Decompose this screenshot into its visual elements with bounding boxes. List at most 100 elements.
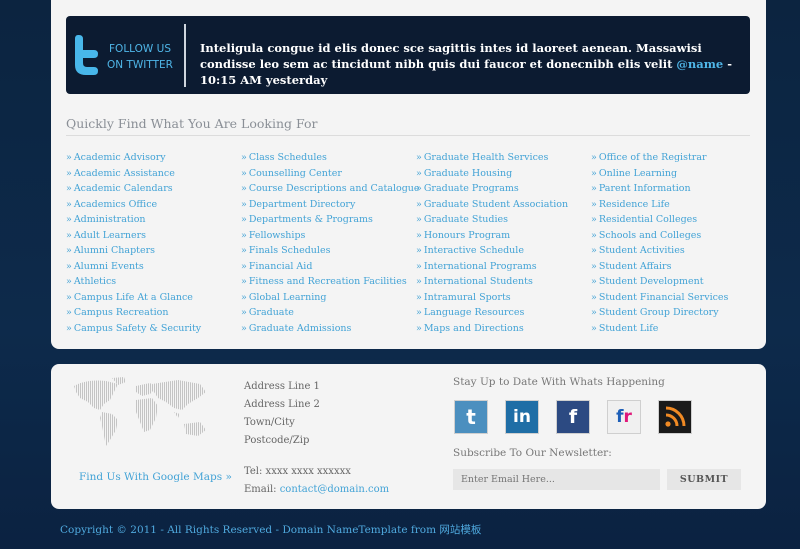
bullet-icon: » [66,291,72,303]
bullet-icon: » [591,183,597,194]
world-map-icon[interactable] [66,374,216,452]
quick-link-item[interactable]: » Alumni Chapters [66,243,201,259]
quick-link-item[interactable]: » Fellowships [241,228,420,244]
bullet-icon: » [66,260,72,272]
tweet-handle-link[interactable]: @name [676,57,723,71]
quick-link-item[interactable]: » Financial Aid [241,259,420,275]
bullet-icon: » [241,214,247,225]
linkedin-icon[interactable]: in [505,400,539,434]
quick-link-item[interactable]: » Graduate Housing [416,166,568,182]
newsletter-title: Subscribe To Our Newsletter: [453,447,612,459]
quick-link-item[interactable]: » Language Resources [416,305,568,321]
phone-text: Tel: xxxx xxxx xxxxxx [244,466,351,477]
quick-link-label: Residential Colleges [598,214,698,225]
quick-link-item[interactable]: » Interactive Schedule [416,243,568,259]
tweet-text: Inteligula congue id elis donec sce sagi… [200,41,702,71]
quick-link-item[interactable]: » Maps and Directions [416,321,568,337]
quick-link-item[interactable]: » Graduate Student Association [416,197,568,213]
bullet-icon: » [416,152,422,163]
bullet-icon: » [416,260,422,272]
bullet-icon: » [416,183,422,194]
email-link[interactable]: contact@domain.com [280,484,389,495]
quick-link-item[interactable]: » Campus Safety & Security [66,321,201,337]
quick-link-item[interactable]: » Parent Information [591,181,728,197]
twitter-icon[interactable]: t [454,400,488,434]
submit-button[interactable]: SUBMIT [667,469,741,490]
quick-link-item[interactable]: » Residence Life [591,197,728,213]
bullet-icon: » [416,307,422,318]
bullet-icon: » [66,183,72,194]
bullet-icon: » [416,245,422,256]
quick-link-item[interactable]: » Campus Life At a Glance [66,290,201,306]
flickr-icon[interactable]: fr [607,400,641,434]
rss-icon[interactable] [658,400,692,434]
quick-link-item[interactable]: » Course Descriptions and Catalogue [241,181,420,197]
quick-link-item[interactable]: » Adult Learners [66,228,201,244]
quick-link-item[interactable]: » Finals Schedules [241,243,420,259]
quick-link-label: Office of the Registrar [598,152,707,163]
quick-link-label: Campus Recreation [73,307,169,318]
footer-panel: Find Us With Google Maps » Address Line … [51,364,766,509]
quick-link-item[interactable]: » Graduate Studies [416,212,568,228]
quick-link-label: Academic Calendars [73,183,173,194]
quick-link-item[interactable]: » Student Development [591,274,728,290]
bullet-icon: » [591,152,597,163]
bullet-icon: » [241,260,247,272]
quick-link-item[interactable]: » Academic Calendars [66,181,201,197]
quick-link-item[interactable]: » Student Life [591,321,728,337]
quick-link-item[interactable]: » Online Learning [591,166,728,182]
quick-link-item[interactable]: » Global Learning [241,290,420,306]
quick-find-divider [66,135,750,136]
google-maps-link[interactable]: Find Us With Google Maps » [79,471,232,483]
quick-link-item[interactable]: » Fitness and Recreation Facilities [241,274,420,290]
quick-link-item[interactable]: » Student Activities [591,243,728,259]
quick-link-item[interactable]: » Academic Assistance [66,166,201,182]
quick-link-item[interactable]: » Honours Program [416,228,568,244]
latest-tweet: Inteligula congue id elis donec sce sagi… [200,40,740,88]
quick-link-item[interactable]: » Student Financial Services [591,290,728,306]
quick-link-item[interactable]: » Graduate [241,305,420,321]
quick-link-item[interactable]: » Alumni Events [66,259,201,275]
quick-link-label: Finals Schedules [248,245,331,256]
quick-link-item[interactable]: » Campus Recreation [66,305,201,321]
quick-link-item[interactable]: » Counselling Center [241,166,420,182]
quick-link-label: Academic Assistance [73,167,175,179]
quick-link-item[interactable]: » International Programs [416,259,568,275]
twitter-logo-icon[interactable] [74,33,99,77]
email-row: Email: contact@domain.com [244,481,389,499]
quick-link-item[interactable]: » Student Affairs [591,259,728,275]
quick-link-label: Course Descriptions and Catalogue [248,183,420,194]
newsletter-email-input[interactable] [453,469,660,490]
address-town: Town/City [244,417,295,428]
twitter-bar: FOLLOW US ON TWITTER Inteligula congue i… [66,16,750,94]
address-line-2: Address Line 2 [244,399,320,410]
bullet-icon: » [66,307,72,318]
quick-link-label: Global Learning [248,291,327,303]
quick-link-item[interactable]: » Student Group Directory [591,305,728,321]
quick-link-item[interactable]: » Graduate Programs [416,181,568,197]
quick-link-item[interactable]: » Schools and Colleges [591,228,728,244]
bullet-icon: » [591,229,597,241]
quick-link-label: Academics Office [73,198,158,210]
quick-link-item[interactable]: » Academics Office [66,197,201,213]
quick-link-item[interactable]: » Athletics [66,274,201,290]
quick-link-item[interactable]: » Residential Colleges [591,212,728,228]
facebook-icon[interactable]: f [556,400,590,434]
follow-us-link[interactable]: FOLLOW US ON TWITTER [104,41,176,73]
quick-link-label: Student Development [598,276,704,287]
quick-link-item[interactable]: » Academic Advisory [66,150,201,166]
quick-link-item[interactable]: » Department Directory [241,197,420,213]
quick-link-item[interactable]: » Office of the Registrar [591,150,728,166]
quick-link-item[interactable]: » Graduate Admissions [241,321,420,337]
bullet-icon: » [416,291,422,303]
quick-link-label: International Programs [423,260,537,272]
quick-link-item[interactable]: » Administration [66,212,201,228]
quick-link-item[interactable]: » Graduate Health Services [416,150,568,166]
quick-link-item[interactable]: » International Students [416,274,568,290]
quick-links-column-3: » Graduate Health Services» Graduate Housi… [416,150,568,336]
quick-link-label: Academic Advisory [73,152,166,163]
quick-link-item[interactable]: » Departments & Programs [241,212,420,228]
quick-link-label: Departments & Programs [248,214,373,225]
quick-link-item[interactable]: » Intramural Sports [416,290,568,306]
quick-link-item[interactable]: » Class Schedules [241,150,420,166]
